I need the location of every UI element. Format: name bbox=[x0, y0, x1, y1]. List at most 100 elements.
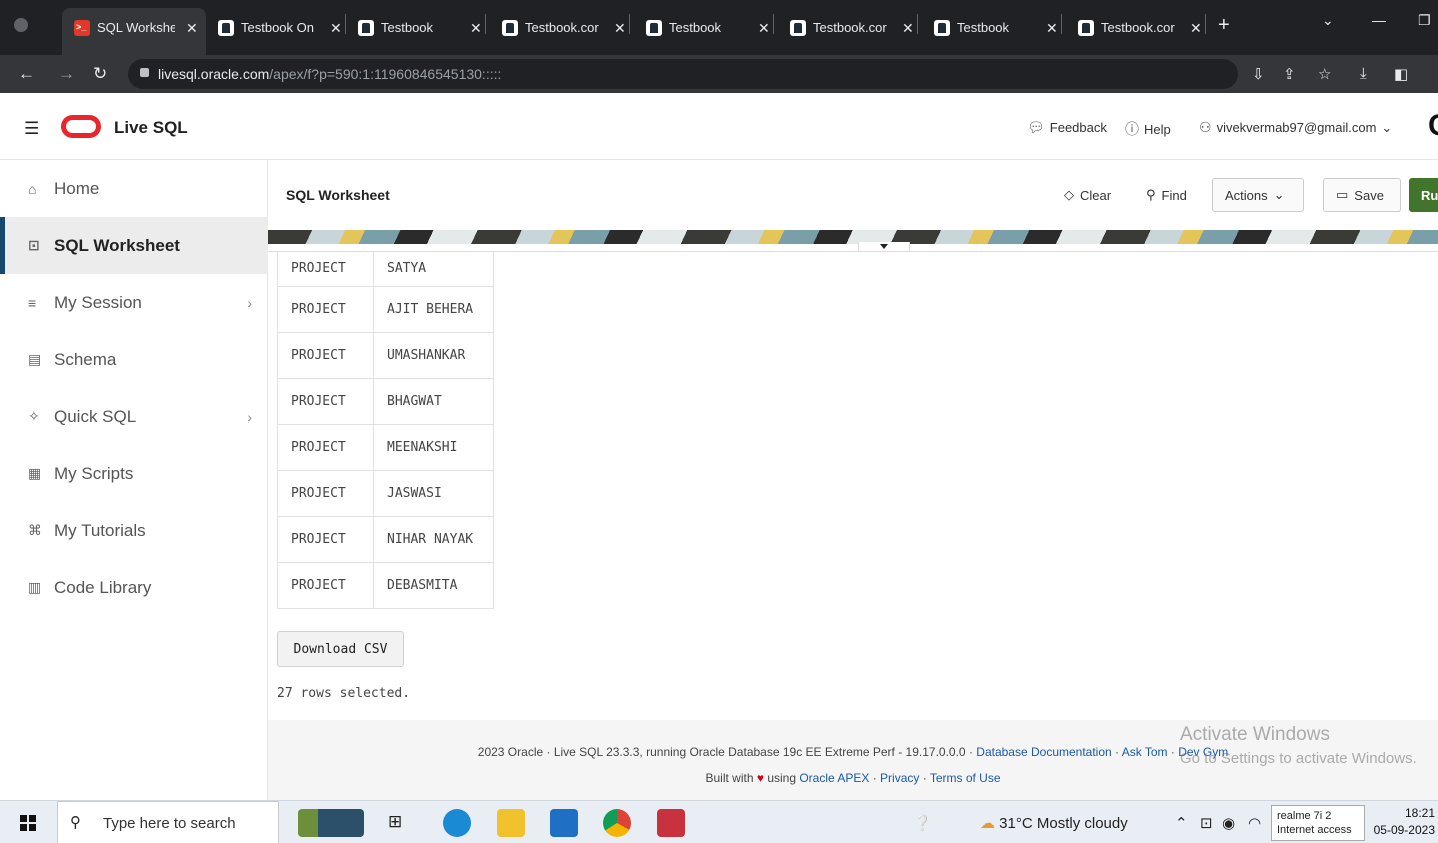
install-app-icon[interactable]: ⇩ bbox=[1252, 65, 1265, 83]
save-button[interactable]: ▭ Save bbox=[1323, 178, 1401, 212]
network-tooltip: realme 7i 2 Internet access bbox=[1271, 805, 1365, 841]
task-view-icon[interactable]: ⊞ bbox=[388, 812, 402, 832]
sidebar-item-code-library[interactable]: ▥ Code Library bbox=[0, 559, 268, 616]
table-row: PROJECT UMASHANKAR bbox=[277, 331, 494, 379]
chevron-right-icon: › bbox=[247, 408, 252, 425]
table-cell: PROJECT bbox=[277, 377, 374, 425]
close-tab-icon[interactable]: ✕ bbox=[902, 20, 914, 37]
help-tray-icon[interactable]: ❔ bbox=[913, 814, 932, 832]
system-clock[interactable]: 18:21 05-09-2023 bbox=[1373, 805, 1435, 839]
lock-icon bbox=[140, 68, 149, 77]
tab-separator bbox=[917, 14, 918, 34]
tray-app2-icon[interactable]: ◉ bbox=[1222, 814, 1235, 832]
reload-icon[interactable]: ↻ bbox=[93, 64, 107, 84]
profile-icon[interactable] bbox=[14, 18, 28, 32]
file-explorer-icon[interactable] bbox=[497, 809, 525, 837]
browser-tab[interactable]: Testbook.cor ✕ bbox=[490, 8, 630, 55]
close-tab-icon[interactable]: ✕ bbox=[186, 20, 198, 37]
script-icon: ▦ bbox=[28, 465, 42, 481]
tab-title: Testbook.cor bbox=[525, 20, 599, 35]
bookmark-star-icon[interactable]: ☆ bbox=[1318, 65, 1331, 83]
ask-tom-link[interactable]: Ask Tom bbox=[1122, 745, 1168, 759]
mail-icon[interactable] bbox=[550, 809, 578, 837]
app-header: ☰ Live SQL 💬︎ Feedback ⓘ Help ⚇ vivekvermab… bbox=[0, 93, 1438, 160]
download-csv-button[interactable]: Download CSV bbox=[277, 631, 404, 667]
sidebar-item-schema[interactable]: ▤ Schema bbox=[0, 331, 268, 388]
sidebar-item-sql-worksheet[interactable]: ⊡ SQL Worksheet bbox=[0, 217, 268, 274]
sidebar-item-my-session[interactable]: ≡ My Session › bbox=[0, 274, 268, 331]
database-documentation-link[interactable]: Database Documentation bbox=[976, 745, 1111, 759]
footer-line-credits: Built with ♥ using Oracle APEX · Privacy… bbox=[705, 771, 1001, 785]
browser-tab[interactable]: Testbook ✕ bbox=[346, 8, 486, 55]
chevron-down-icon: ⌄ bbox=[1381, 119, 1393, 135]
taskbar-search[interactable]: ⚲ Type here to search bbox=[57, 801, 279, 843]
close-tab-icon[interactable]: ✕ bbox=[330, 20, 342, 37]
actions-button[interactable]: Actions ⌄ bbox=[1212, 178, 1304, 212]
close-tab-icon[interactable]: ✕ bbox=[1046, 20, 1058, 37]
edge-icon[interactable] bbox=[443, 809, 471, 837]
browser-tab[interactable]: Testbook.cor ✕ bbox=[778, 8, 918, 55]
browser-tab[interactable]: Testbook ✕ bbox=[922, 8, 1062, 55]
help-link[interactable]: ⓘ Help bbox=[1125, 119, 1171, 139]
start-button[interactable] bbox=[20, 815, 36, 831]
chat-bubble-icon: 💬︎ bbox=[1027, 119, 1045, 135]
library-icon: ▥ bbox=[28, 579, 42, 595]
wand-icon: ✧ bbox=[28, 408, 40, 424]
weather-icon: ☁ bbox=[980, 815, 995, 832]
clear-button[interactable]: ◇ Clear bbox=[1052, 178, 1123, 212]
table-cell: UMASHANKAR bbox=[373, 331, 494, 379]
run-button[interactable]: Ru bbox=[1409, 178, 1438, 212]
feedback-link[interactable]: 💬︎ Feedback bbox=[1027, 119, 1107, 136]
sidebar-item-label: My Scripts bbox=[54, 463, 134, 483]
terms-of-use-link[interactable]: Terms of Use bbox=[930, 771, 1001, 785]
tab-favicon bbox=[934, 20, 950, 36]
sidepanel-icon[interactable]: ◧ bbox=[1394, 65, 1408, 83]
hamburger-menu-icon[interactable]: ☰ bbox=[24, 119, 39, 139]
show-hidden-icons[interactable]: ⌃ bbox=[1175, 814, 1188, 832]
pane-splitter-handle[interactable] bbox=[858, 242, 910, 252]
browser-tab[interactable]: Testbook On ✕ bbox=[206, 8, 346, 55]
sidebar-nav: ⌂ Home ⊡ SQL Worksheet ≡ My Session › ▤ Schema ✧ Q… bbox=[0, 160, 268, 800]
tray-app-icon[interactable]: ⊡ bbox=[1200, 814, 1213, 832]
close-tab-icon[interactable]: ✕ bbox=[758, 20, 770, 37]
pane-divider bbox=[268, 244, 1438, 252]
downloads-icon[interactable]: ⤓ bbox=[1360, 65, 1367, 82]
forward-icon[interactable]: → bbox=[58, 64, 75, 84]
find-button[interactable]: ⚲ Find bbox=[1134, 178, 1199, 212]
oracle-apex-link[interactable]: Oracle APEX bbox=[799, 771, 869, 785]
sidebar-item-label: Quick SQL bbox=[54, 406, 137, 426]
rows-selected-status: 27 rows selected. bbox=[277, 686, 411, 701]
close-tab-icon[interactable]: ✕ bbox=[614, 20, 626, 37]
chrome-icon[interactable] bbox=[603, 809, 631, 837]
wifi-icon[interactable]: ◠ bbox=[1248, 814, 1261, 832]
minimize-button[interactable]: — bbox=[1372, 12, 1386, 28]
browser-tab[interactable]: SQL Workshe ✕ bbox=[62, 8, 206, 55]
new-tab-button[interactable]: + bbox=[1218, 14, 1230, 37]
restore-button[interactable]: ❐ bbox=[1418, 12, 1431, 29]
table-cell: PROJECT bbox=[277, 515, 374, 563]
back-icon[interactable]: ← bbox=[18, 64, 35, 84]
eraser-icon: ◇ bbox=[1064, 187, 1074, 202]
sidebar-item-home[interactable]: ⌂ Home bbox=[0, 160, 268, 217]
user-menu[interactable]: ⚇ vivekvermab97@gmail.com ⌄ bbox=[1199, 119, 1392, 136]
browser-tab[interactable]: Testbook ✕ bbox=[634, 8, 774, 55]
privacy-link[interactable]: Privacy bbox=[880, 771, 919, 785]
close-tab-icon[interactable]: ✕ bbox=[470, 20, 482, 37]
taskbar-app-news[interactable] bbox=[298, 809, 364, 837]
tab-search-icon[interactable]: ⌄ bbox=[1322, 12, 1334, 29]
table-cell: PROJECT bbox=[277, 331, 374, 379]
sidebar-item-quick-sql[interactable]: ✧ Quick SQL › bbox=[0, 388, 268, 445]
close-tab-icon[interactable]: ✕ bbox=[1190, 20, 1202, 37]
sidebar-item-my-tutorials[interactable]: ⌘ My Tutorials bbox=[0, 502, 268, 559]
address-bar[interactable]: livesql.oracle.com/apex/f?p=590:1:119608… bbox=[128, 59, 1238, 89]
url-text: livesql.oracle.com/apex/f?p=590:1:119608… bbox=[158, 66, 502, 82]
weather-widget[interactable]: ☁ 31°C Mostly cloudy bbox=[980, 814, 1128, 832]
pdf-app-icon[interactable] bbox=[657, 809, 685, 837]
share-icon[interactable]: ⇪ bbox=[1283, 65, 1296, 83]
oracle-logo[interactable] bbox=[61, 115, 101, 138]
table-cell: PROJECT bbox=[277, 423, 374, 471]
browser-tab[interactable]: Testbook.cor ✕ bbox=[1066, 8, 1206, 55]
tab-title: Testbook bbox=[669, 20, 722, 35]
sidebar-item-label: Home bbox=[54, 178, 100, 198]
sidebar-item-my-scripts[interactable]: ▦ My Scripts bbox=[0, 445, 268, 502]
